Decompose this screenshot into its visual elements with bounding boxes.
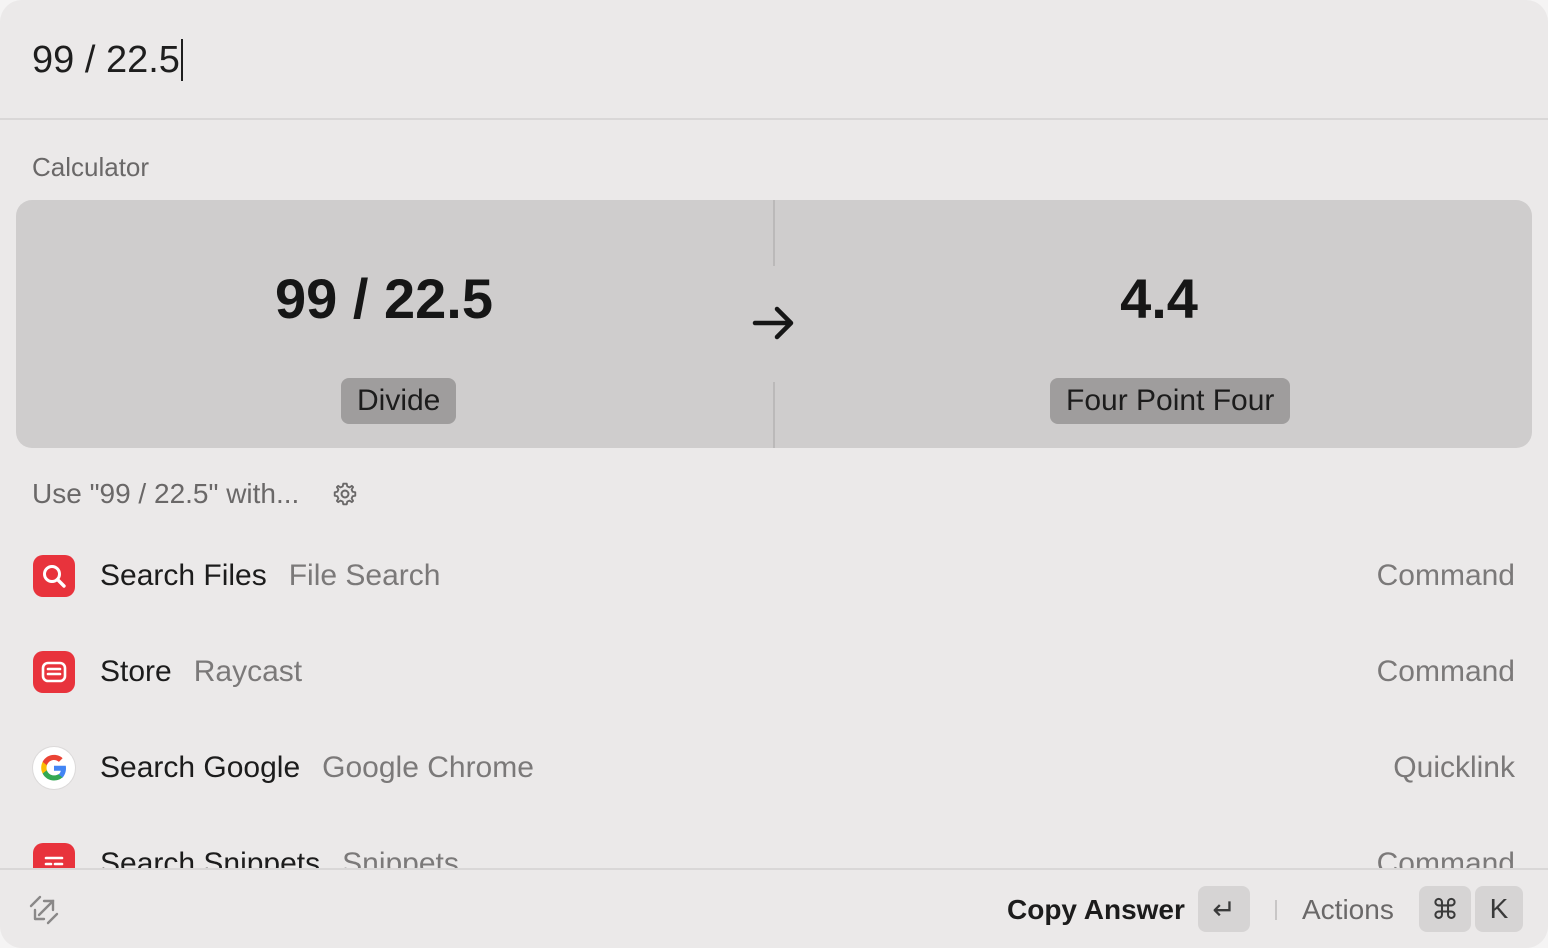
calculator-divider-bottom xyxy=(773,382,775,448)
command-key-badge: ⌘ xyxy=(1419,886,1471,932)
list-item-kind: Command xyxy=(1376,559,1515,592)
list-item-subtitle: Raycast xyxy=(193,655,303,688)
list-item-title: Search Files xyxy=(100,559,267,592)
magnifier-icon xyxy=(33,555,75,597)
calculator-card[interactable]: 99 / 22.5 Divide 4.4 Four Point Four xyxy=(16,200,1532,448)
list-item-subtitle: Google Chrome xyxy=(322,751,534,784)
actions-button[interactable]: Actions xyxy=(1302,894,1394,926)
calculator-operation-badge: Divide xyxy=(341,378,457,424)
action-bar: Copy Answer ↵ Actions ⌘ K xyxy=(0,868,1548,948)
launcher-window: 99 / 22.5 Calculator 99 / 22.5 Divide 4.… xyxy=(0,0,1548,948)
search-bar: 99 / 22.5 xyxy=(0,0,1548,120)
list-item-search-files[interactable]: Search Files File Search Command xyxy=(0,528,1548,624)
use-with-header: Use "99 / 22.5" with... xyxy=(32,478,358,510)
list-item-title: Search Google xyxy=(100,751,301,784)
gear-icon[interactable] xyxy=(332,481,358,507)
copy-answer-button[interactable]: Copy Answer xyxy=(1007,894,1185,926)
calculator-result: 4.4 xyxy=(1120,267,1198,330)
list-item-title: Store xyxy=(100,655,172,688)
list-item-kind: Command xyxy=(1376,847,1515,868)
results-list: Search Files File Search Command Store Ray… xyxy=(0,528,1548,868)
raycast-logo-icon xyxy=(29,895,59,925)
google-icon xyxy=(33,747,75,789)
calculator-section-label: Calculator xyxy=(32,152,150,182)
arrow-right-icon xyxy=(752,306,794,340)
list-item-kind: Quicklink xyxy=(1393,751,1515,784)
list-item-subtitle: File Search xyxy=(288,559,441,592)
list-item-kind: Command xyxy=(1376,655,1515,688)
list-item-store[interactable]: Store Raycast Command xyxy=(0,624,1548,720)
snippets-icon xyxy=(33,843,75,868)
calculator-divider-top xyxy=(773,200,775,266)
search-input[interactable]: 99 / 22.5 xyxy=(32,34,1432,86)
list-item-search-google[interactable]: Search Google Google Chrome Quicklink xyxy=(0,720,1548,816)
store-icon xyxy=(33,651,75,693)
k-key-badge: K xyxy=(1475,886,1523,932)
enter-key-badge: ↵ xyxy=(1198,886,1250,932)
use-with-label: Use "99 / 22.5" with... xyxy=(32,478,300,509)
search-query: 99 / 22.5 xyxy=(32,38,180,81)
calculator-expression: 99 / 22.5 xyxy=(275,267,493,330)
calculator-result-words-badge: Four Point Four xyxy=(1050,378,1291,424)
footer-separator xyxy=(1275,900,1277,920)
text-caret xyxy=(180,39,183,81)
list-item-title: Search Snippets xyxy=(100,847,321,868)
list-item-search-snippets[interactable]: Search Snippets Snippets Command xyxy=(0,816,1548,868)
list-item-subtitle: Snippets xyxy=(342,847,459,868)
